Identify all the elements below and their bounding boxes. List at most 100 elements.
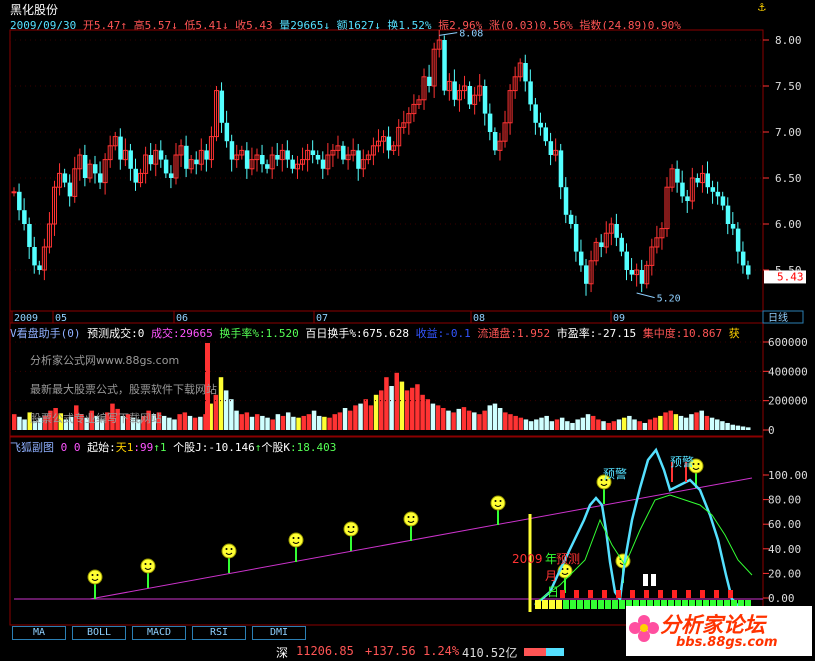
volume-bar — [363, 399, 368, 430]
volume-turnover: 换手率%:1.520 — [219, 327, 299, 340]
indicator-title[interactable]: 飞狐副图 — [10, 441, 54, 454]
volume-bar — [394, 372, 400, 430]
price-axis: 8.007.507.006.506.005.505.43 — [763, 34, 806, 284]
current-price-label: 5.43 — [777, 270, 804, 283]
candle-body — [523, 63, 528, 82]
volume-bar — [182, 412, 188, 430]
volume-bar — [270, 419, 275, 430]
indicator-tick-label: 40.00 — [768, 543, 801, 556]
volume-bar — [673, 414, 679, 430]
tab-macd[interactable]: MACD — [132, 626, 186, 640]
signal-cell — [605, 600, 611, 609]
candle-body — [619, 237, 624, 252]
volume-bar — [358, 403, 363, 430]
indicator-tick-label: 60.00 — [768, 518, 801, 531]
volume-tick-label: 600000 — [768, 336, 808, 349]
volume-bar — [441, 408, 446, 430]
month-label: 月 — [545, 569, 557, 583]
candle-body — [427, 76, 432, 86]
signal-cell — [549, 600, 555, 609]
volume-bar — [554, 419, 560, 430]
volume-bar — [223, 390, 229, 430]
candle-body — [629, 270, 635, 275]
smiley-icon — [403, 511, 419, 527]
candle-body — [573, 224, 579, 252]
logo-url: bbs.88gs.com — [676, 635, 778, 650]
volume-bar — [410, 387, 415, 430]
indicator-stock-k: 个股K — [261, 441, 290, 454]
volume-bar — [565, 421, 570, 430]
candle-body — [275, 155, 280, 160]
candle-body — [315, 155, 321, 160]
volume-bar — [353, 405, 358, 430]
volume-bar — [503, 412, 508, 430]
volume-bar — [22, 419, 27, 430]
candle-body — [260, 155, 265, 165]
volume-bar — [296, 417, 301, 430]
watermark-1: 分析家公式网www.88gs.com — [30, 354, 180, 367]
candle-body — [492, 132, 498, 151]
tab-dmi[interactable]: DMI — [252, 626, 306, 640]
candle-body — [746, 265, 751, 275]
volume-pane-title[interactable]: V看盘助手(0) — [10, 327, 81, 340]
signal-cell-red — [616, 590, 621, 598]
signal-cell-red — [686, 590, 691, 598]
candle-body — [725, 205, 731, 224]
candle-body — [528, 81, 533, 105]
tab-rsi[interactable]: RSI — [192, 626, 246, 640]
signal-cell-red — [602, 590, 607, 598]
x-tick-label: 08 — [473, 313, 485, 324]
smiley-eye — [96, 574, 99, 576]
indicator-pane-frame — [9, 436, 764, 626]
volume-bar — [316, 415, 322, 430]
candle-body — [735, 228, 741, 252]
volume-bar — [404, 390, 410, 430]
indicator-stock-j: 个股J — [173, 441, 202, 454]
volume-bar — [17, 416, 22, 430]
volume-bar — [12, 414, 17, 430]
signal-cell-red — [644, 590, 649, 598]
smiley-eye — [292, 537, 295, 539]
smiley-icon — [288, 532, 304, 548]
signal-cell — [584, 600, 590, 609]
candle-body — [482, 86, 488, 114]
smiley-eye — [144, 563, 147, 565]
signal-cell-red — [672, 590, 677, 598]
volume-bar — [337, 412, 343, 430]
volume-predict: 预测成交:0 — [87, 327, 145, 340]
price-tick-label: 8.00 — [775, 34, 802, 47]
indicator-stock-j-value: :-10.146 — [201, 441, 255, 454]
volume-volume: 成交:29665 — [151, 327, 213, 340]
tab-boll[interactable]: BOLL — [72, 626, 126, 640]
smiley-eye — [347, 526, 350, 528]
volume-bar — [280, 415, 286, 430]
candle-body — [158, 150, 164, 160]
predict-label: 预测 — [556, 552, 580, 566]
candle-body — [467, 86, 473, 105]
tab-ma[interactable]: MA — [12, 626, 66, 640]
signal-cell — [612, 600, 618, 609]
candle-body — [705, 173, 711, 188]
volume-bar — [260, 415, 265, 430]
signal-cell — [598, 600, 604, 609]
volume-bar — [379, 390, 384, 430]
candle-body — [98, 173, 103, 183]
volume-bar — [415, 384, 420, 430]
candle-body — [730, 224, 736, 229]
x-axis-strip — [9, 310, 764, 324]
volume-bar — [513, 415, 518, 430]
volume-tick-label: 0 — [768, 424, 775, 437]
price-tick-label: 6.50 — [775, 172, 802, 185]
volume-bar — [327, 417, 332, 430]
signal-cell-red — [728, 590, 733, 598]
volume-bar — [435, 405, 441, 430]
volume-hundred-day: 百日换手%:675.628 — [305, 327, 409, 340]
candle-body — [244, 150, 250, 169]
candle-body — [11, 191, 17, 194]
candle-body — [487, 113, 493, 132]
volume-bar — [265, 417, 270, 430]
volume-profit: 收益:-0.1 — [415, 327, 471, 340]
indicator-stock-k-value: :18.403 — [289, 441, 337, 454]
high-marker-label: 8.08 — [459, 29, 483, 40]
smiley-icon — [343, 521, 359, 537]
